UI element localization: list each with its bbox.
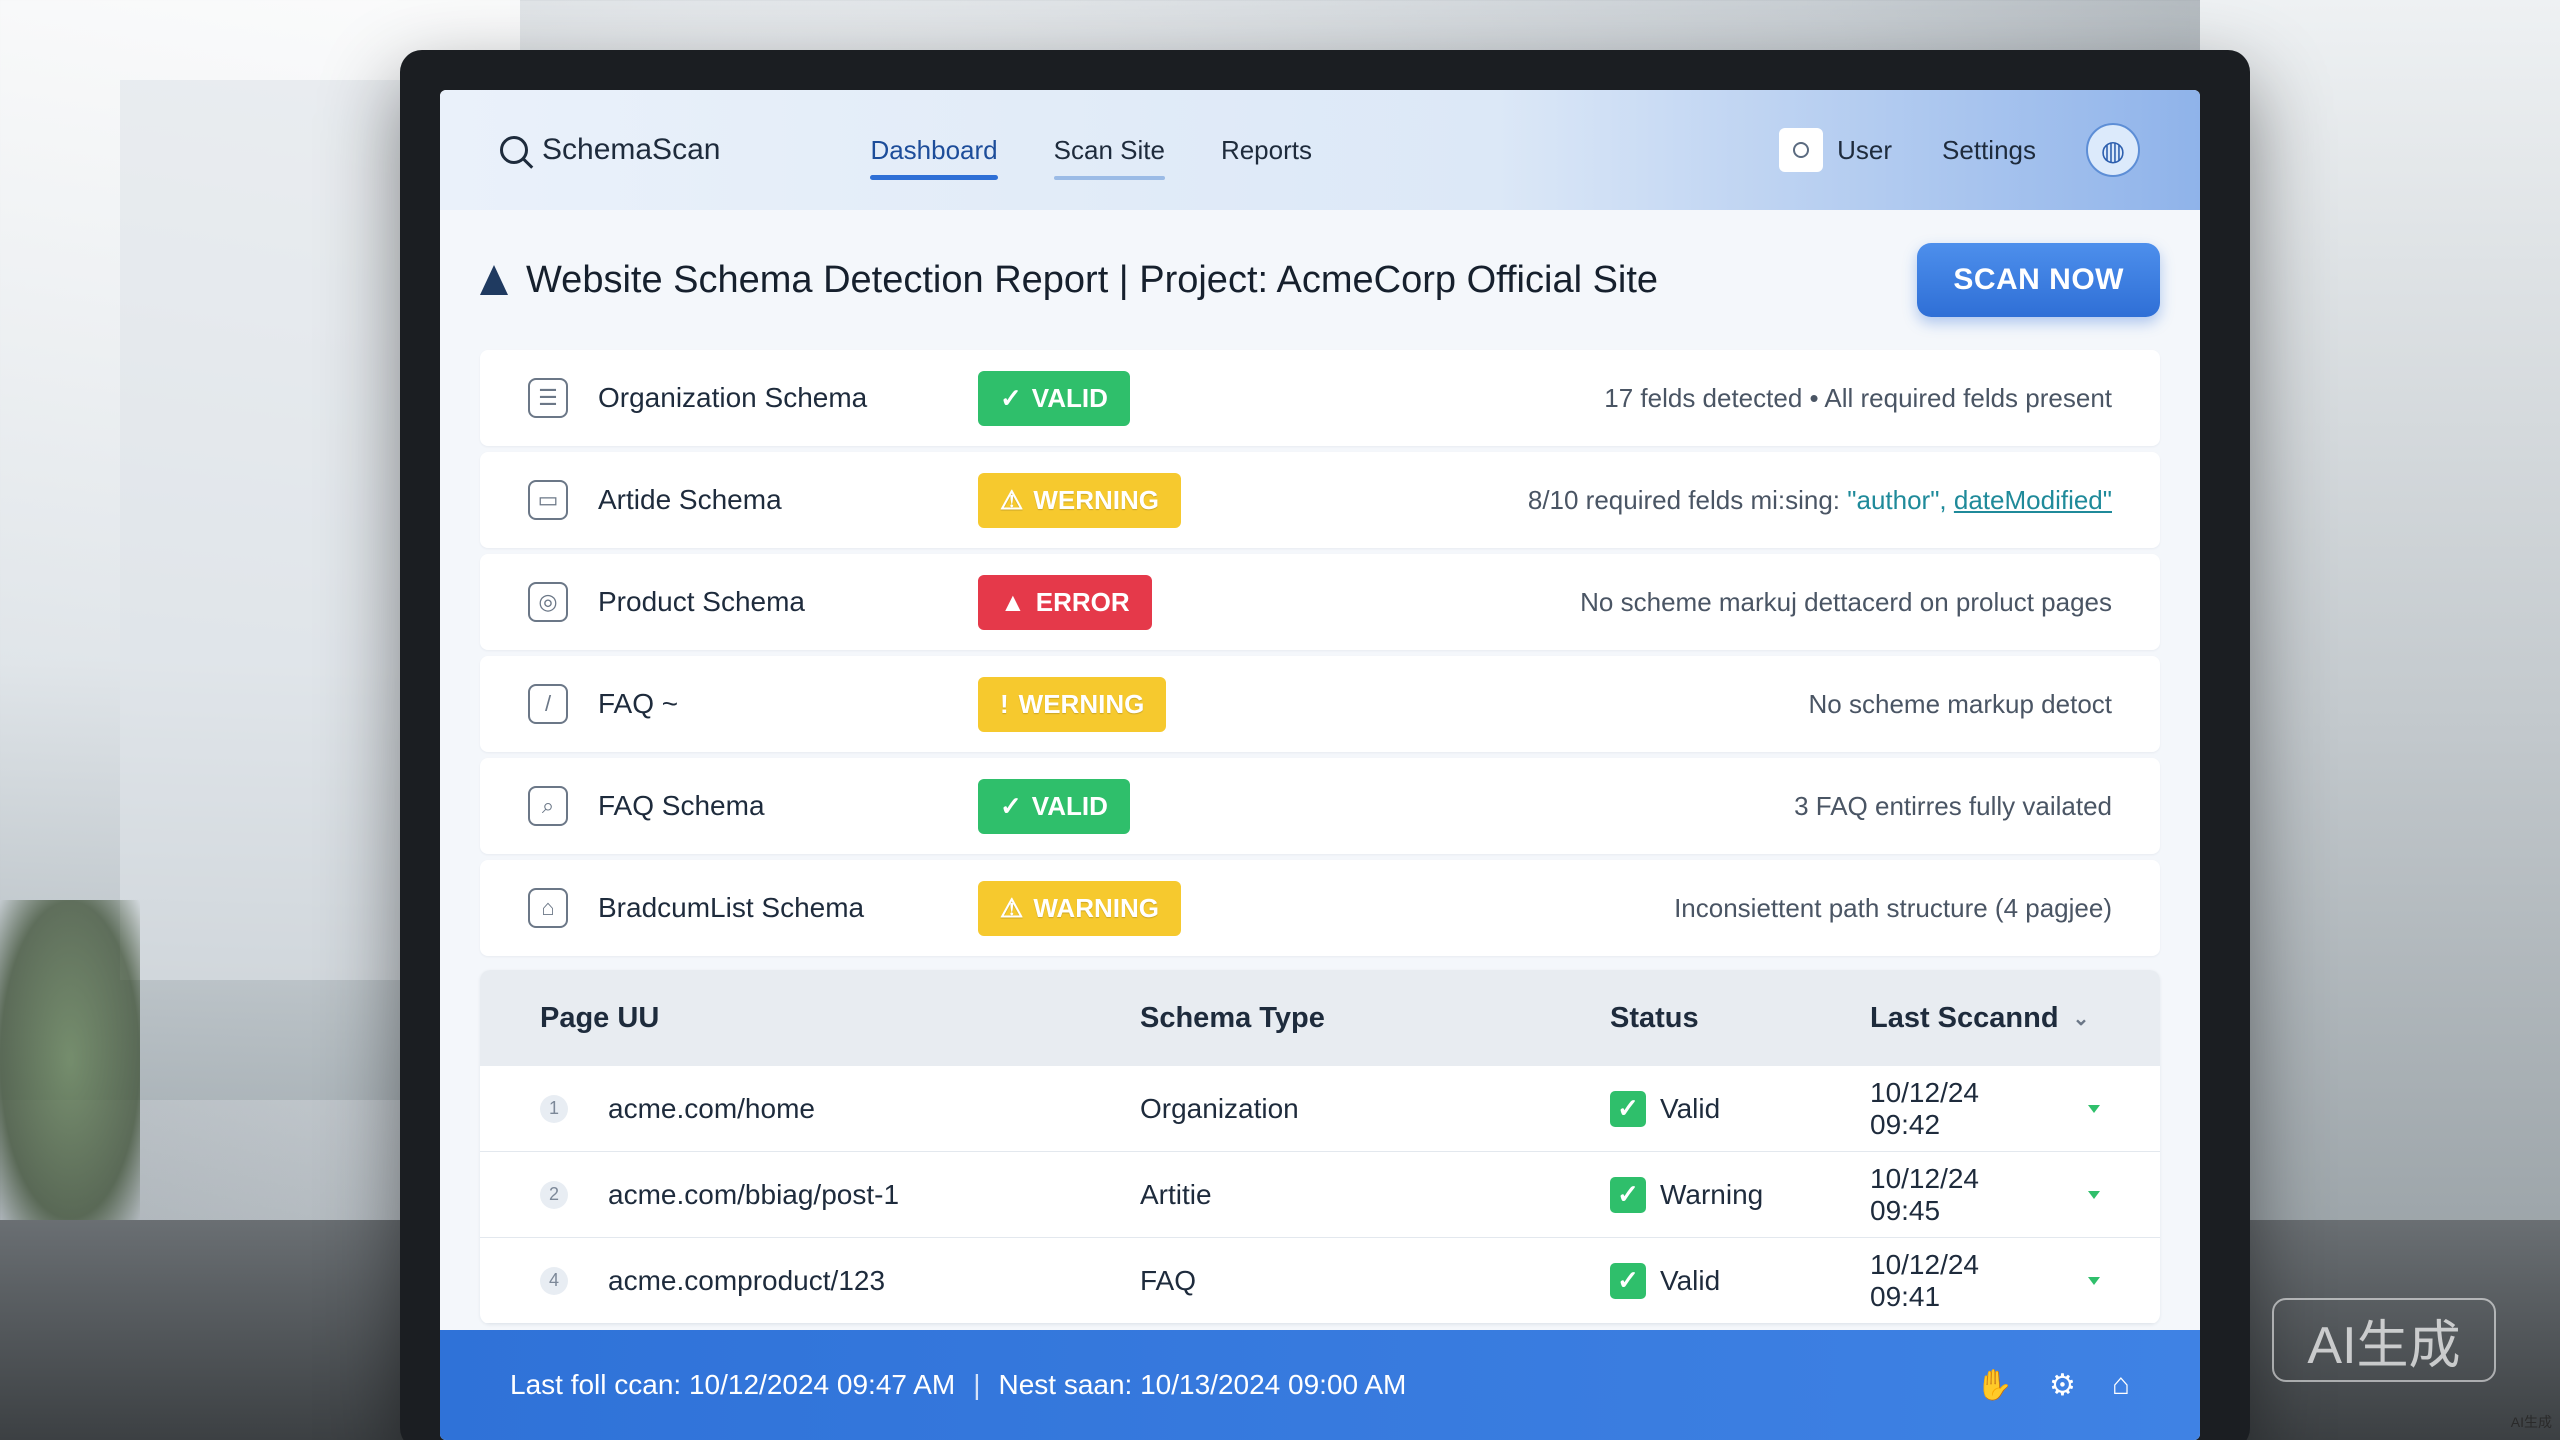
user-label: User: [1837, 134, 1893, 165]
footer-icons: ✋ ⚙ ⌂: [1976, 1368, 2130, 1403]
faq-icon: /: [528, 684, 568, 724]
schema-type-cell: Organization: [1140, 1092, 1299, 1124]
home-icon[interactable]: ⌂: [2112, 1368, 2130, 1403]
chevron-down-icon[interactable]: ⌄: [2073, 1006, 2090, 1031]
page-url[interactable]: acme.com/bbiag/post-1: [608, 1179, 899, 1211]
table-row[interactable]: 2 acme.com/bbiag/post-1 Artitie ✓ Warning …: [480, 1152, 2160, 1238]
tab-reports[interactable]: Reports: [1221, 121, 1312, 180]
last-scan-text: Last foll ccan: 10/12/2024 09:47 AM: [510, 1369, 956, 1400]
schema-name: BradcumList Schema: [598, 892, 865, 923]
schema-row-breadcrumb[interactable]: ⌂ BradcumList Schema ⚠ WARNING Inconsiet…: [480, 860, 2160, 956]
report-title: Website Schema Detection Report | Projec…: [480, 259, 1658, 302]
schema-detail: No scheme markuj dettacerd on proluct pa…: [1580, 586, 2112, 617]
status-footer: Last foll ccan: 10/12/2024 09:47 AM | Ne…: [440, 1330, 2200, 1440]
schema-list: ☰ Organization Schema ✓ VALID 17 felds d…: [480, 350, 2160, 962]
main-nav: Dashboard Scan Site Reports: [870, 121, 1312, 180]
app-brand[interactable]: SchemaScan: [500, 133, 720, 167]
ai-generated-corner-mark: AI生成: [2510, 1414, 2552, 1430]
product-icon: ◎: [528, 582, 568, 622]
checkbox-checked-icon: ✓: [1610, 1090, 1646, 1127]
footer-separator: |: [973, 1369, 981, 1400]
schema-name: Artide Schema: [598, 484, 782, 515]
status-badge-error: ▲ ERROR: [978, 574, 1152, 630]
report-title-text: Website Schema Detection Report | Projec…: [526, 258, 1659, 301]
app-name: SchemaScan: [542, 133, 721, 166]
status-badge-warning: ! WERNING: [978, 676, 1167, 732]
schema-row-organization[interactable]: ☰ Organization Schema ✓ VALID 17 felds d…: [480, 350, 2160, 446]
breadcrumb-icon: ⌂: [528, 888, 568, 928]
hand-icon[interactable]: ✋: [1976, 1368, 2013, 1403]
table-header: Page UU Schema Type Status Last Sccannd …: [480, 970, 2160, 1066]
article-icon: ▭: [528, 480, 568, 520]
caret-down-icon[interactable]: [2088, 1104, 2100, 1113]
schema-name: Organization Schema: [598, 382, 868, 413]
column-header-page[interactable]: Page UU: [540, 1002, 1140, 1035]
top-right-actions: User Settings ◍: [1779, 123, 2140, 177]
status-cell: Valid: [1660, 1264, 1721, 1296]
missing-field-datemodified[interactable]: dateModified": [1954, 485, 2112, 515]
search-icon: [500, 136, 528, 164]
last-scanned-cell: 10/12/24 09:42: [1870, 1076, 1979, 1140]
missing-field-author: "author",: [1847, 484, 1947, 515]
table-row[interactable]: 4 acme.comproduct/123 FAQ ✓ Valid 10/12/24…: [480, 1238, 2160, 1324]
row-number: 4: [540, 1266, 568, 1295]
last-scanned-cell: 10/12/24 09:45: [1870, 1162, 1979, 1226]
document-icon: ☰: [528, 378, 568, 418]
schema-type-cell: FAQ: [1140, 1264, 1197, 1296]
tab-dashboard[interactable]: Dashboard: [870, 121, 998, 180]
page-url[interactable]: acme.comproduct/123: [608, 1265, 885, 1297]
status-badge-warning: ⚠ WERNING: [978, 472, 1181, 528]
schema-row-article[interactable]: ▭ Artide Schema ⚠ WERNING 8/10 required …: [480, 452, 2160, 548]
caret-down-icon[interactable]: [2088, 1276, 2100, 1285]
column-header-status[interactable]: Status: [1610, 1002, 1870, 1035]
checkbox-checked-icon: ✓: [1610, 1176, 1646, 1213]
status-badge-valid: ✓ VALID: [978, 778, 1130, 834]
page-url[interactable]: acme.com/home: [608, 1093, 815, 1125]
user-icon: [1779, 128, 1824, 172]
schema-row-faq[interactable]: ⌕ FAQ Schema ✓ VALID 3 FAQ entirres full…: [480, 758, 2160, 854]
last-scanned-cell: 10/12/24 09:41: [1870, 1248, 1979, 1312]
settings-link[interactable]: Settings: [1942, 135, 2036, 166]
schema-name: Product Schema: [598, 586, 805, 617]
background-plant: [0, 900, 140, 1220]
row-number: 1: [540, 1094, 568, 1123]
schema-name: FAQ Schema: [598, 790, 765, 821]
schema-detail: 3 FAQ entirres fully vailated: [1794, 790, 2112, 821]
schema-name: FAQ ~: [598, 688, 679, 719]
app-screen: SchemaScan Dashboard Scan Site Reports U…: [440, 90, 2200, 1440]
schema-detail: Inconsiettent path structure (4 pagjee): [1674, 892, 2112, 923]
faq-schema-icon: ⌕: [528, 786, 568, 826]
ai-generated-watermark: AI生成: [2272, 1298, 2496, 1382]
report-header: Website Schema Detection Report | Projec…: [480, 230, 2160, 330]
schema-type-cell: Artitie: [1140, 1178, 1212, 1210]
schema-row-product[interactable]: ◎ Product Schema ▲ ERROR No scheme marku…: [480, 554, 2160, 650]
gear-icon[interactable]: ⚙: [2049, 1368, 2076, 1403]
column-header-last-scanned[interactable]: Last Sccannd ⌄: [1870, 1002, 2100, 1035]
schema-detail: No scheme markup detoct: [1808, 688, 2112, 719]
tab-scan-site[interactable]: Scan Site: [1053, 121, 1166, 180]
status-cell: Warning: [1660, 1178, 1764, 1210]
column-header-last-scanned-label: Last Sccannd: [1870, 1001, 2059, 1034]
status-badge-warning: ⚠ WARNING: [978, 880, 1181, 936]
checkbox-checked-icon: ✓: [1610, 1262, 1646, 1299]
flask-icon: [480, 265, 508, 295]
row-number: 2: [540, 1180, 568, 1209]
schema-detail: 17 felds detected • All required felds p…: [1604, 382, 2112, 413]
top-navigation-bar: SchemaScan Dashboard Scan Site Reports U…: [440, 90, 2200, 210]
schema-detail: 8/10 required felds mi:sing: "author", d…: [1528, 485, 2112, 516]
next-scan-text: Nest saan: 10/13/2024 09:00 AM: [998, 1369, 1407, 1400]
pages-table: Page UU Schema Type Status Last Sccannd …: [480, 970, 2160, 1324]
detail-text: 8/10 required felds mi:sing:: [1527, 484, 1848, 515]
status-badge-valid: ✓ VALID: [978, 370, 1130, 426]
status-cell: Valid: [1660, 1092, 1721, 1124]
background-pane: [120, 80, 420, 980]
scan-now-button[interactable]: SCAN NOW: [1917, 243, 2160, 317]
table-row[interactable]: 1 acme.com/home Organization ✓ Valid 10/12…: [480, 1066, 2160, 1152]
schema-row-faq-partial[interactable]: / FAQ ~ ! WERNING No scheme markup detoc…: [480, 656, 2160, 752]
caret-down-icon[interactable]: [2088, 1190, 2100, 1199]
column-header-schema-type[interactable]: Schema Type: [1140, 1002, 1610, 1035]
globe-icon[interactable]: ◍: [2086, 123, 2140, 177]
user-menu-button[interactable]: User: [1779, 128, 1892, 172]
